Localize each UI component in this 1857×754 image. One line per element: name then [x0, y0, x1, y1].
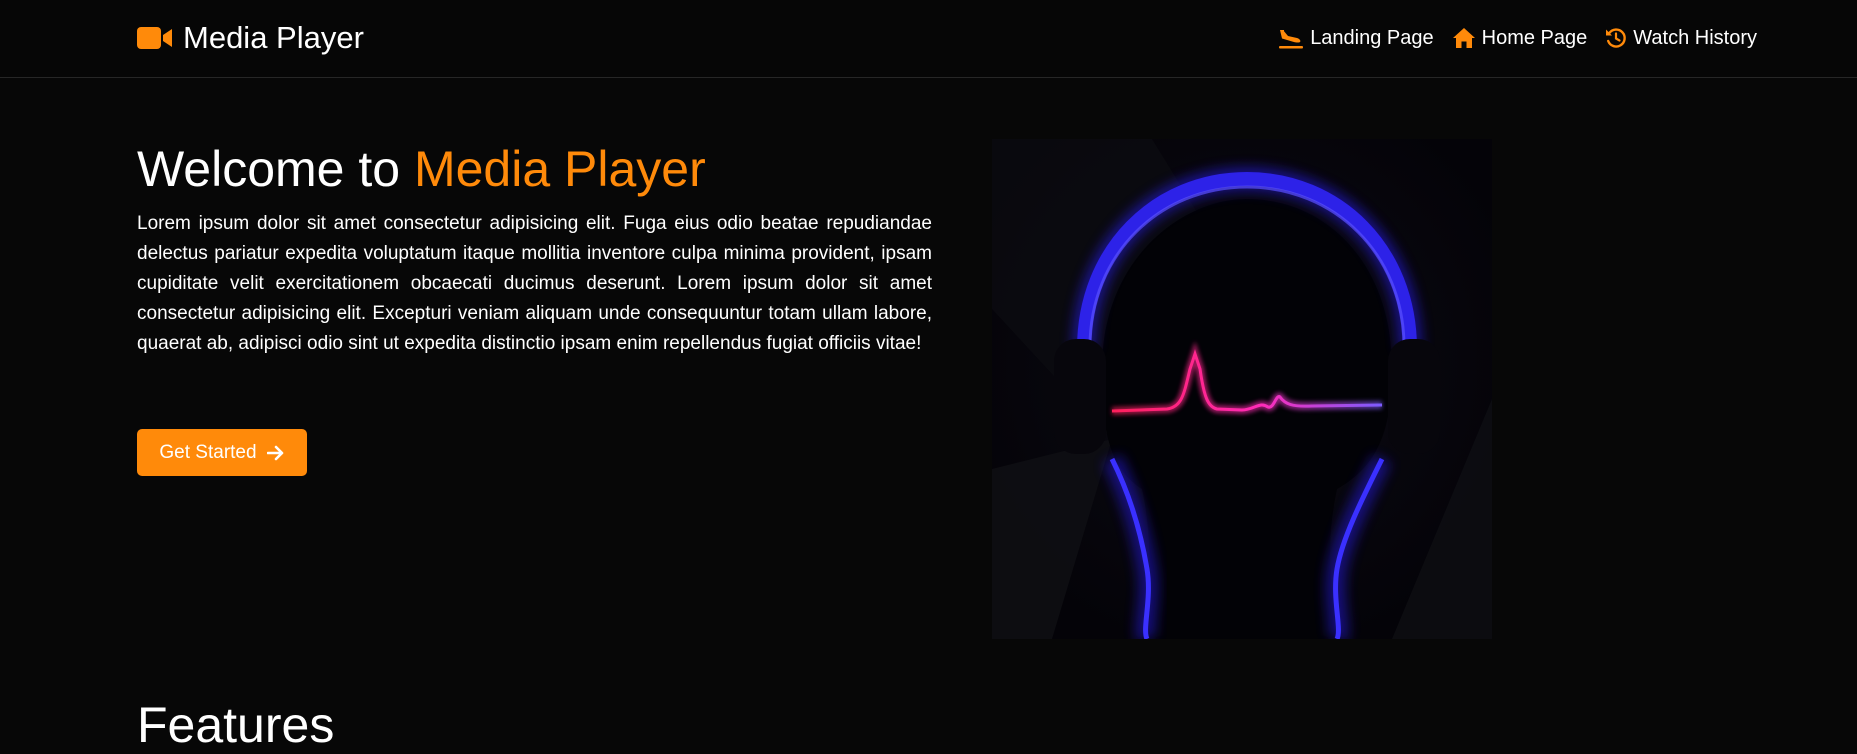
brand-name: Media Player [183, 20, 364, 55]
nav-link-label: Home Page [1481, 27, 1588, 49]
arrow-right-icon [266, 445, 285, 461]
hero-description: Lorem ipsum dolor sit amet consectetur a… [137, 213, 932, 354]
home-icon [1452, 27, 1476, 49]
get-started-button[interactable]: Get Started [137, 429, 307, 476]
hero-title: Welcome to Media Player [137, 140, 706, 198]
brand-link[interactable]: Media Player [137, 20, 364, 56]
hero-title-prefix: Welcome to [137, 141, 401, 197]
history-icon [1605, 27, 1627, 49]
plane-landing-icon [1278, 27, 1304, 49]
nav-link-watch-history[interactable]: Watch History [1605, 26, 1757, 50]
headphones-heartbeat-illustration [992, 139, 1492, 639]
nav-link-label: Landing Page [1310, 27, 1434, 49]
nav-link-landing-page[interactable]: Landing Page [1278, 26, 1434, 50]
hero-title-accent: Media Player [413, 141, 706, 197]
nav-links: Landing Page Home Page Watch History [1278, 26, 1757, 50]
get-started-label: Get Started [159, 441, 257, 463]
nav-link-label: Watch History [1633, 27, 1757, 49]
features-title: Features [137, 697, 335, 753]
nav-link-home-page[interactable]: Home Page [1452, 26, 1588, 50]
hero-illustration [992, 139, 1492, 639]
top-navbar: Media Player Landing Page Home Page Watc… [0, 0, 1857, 78]
video-camera-icon [137, 26, 173, 50]
